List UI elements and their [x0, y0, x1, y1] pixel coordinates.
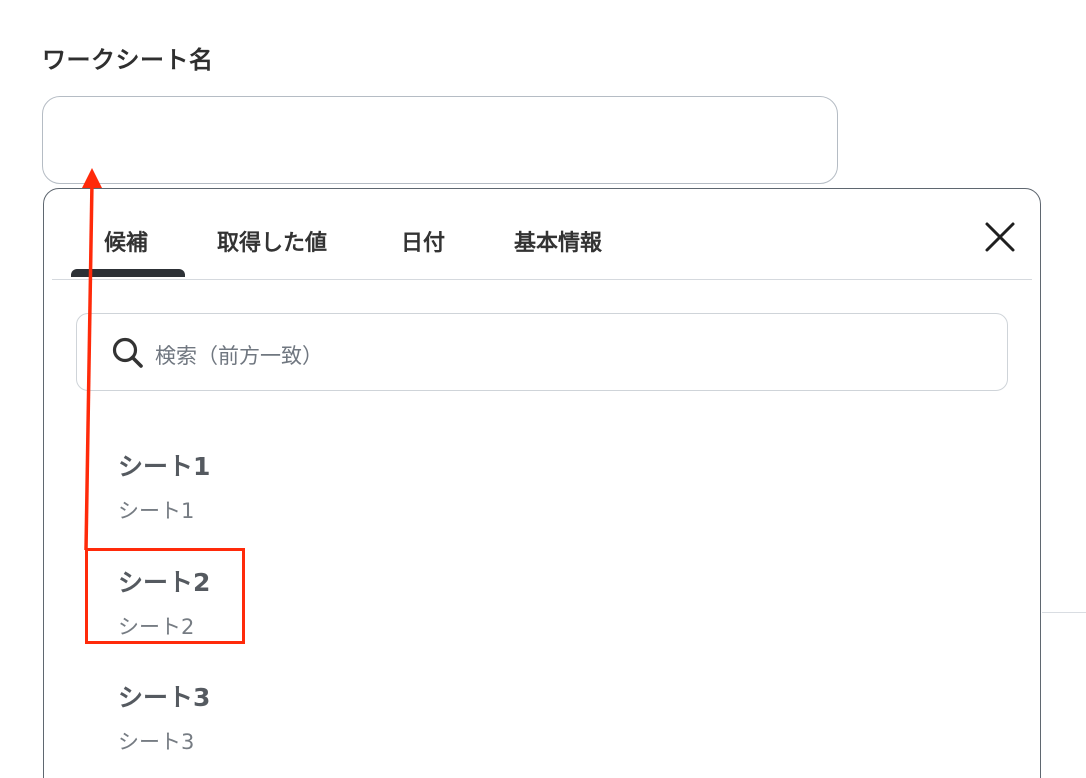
tab-basic-info[interactable]: 基本情報 [514, 225, 602, 257]
page: ワークシート名 候補 取得した値 日付 基本情報 検索（前方一致） シート1 シ… [0, 0, 1086, 778]
tab-candidates[interactable]: 候補 [104, 225, 148, 257]
option-sheet-1[interactable]: シート1 シート1 [118, 447, 978, 543]
background-divider [1042, 612, 1086, 613]
option-subtitle: シート3 [118, 730, 195, 754]
option-title: シート1 [118, 452, 211, 481]
close-icon [985, 222, 1015, 252]
highlight-box [85, 548, 245, 644]
search-icon [112, 337, 143, 368]
search-placeholder: 検索（前方一致） [155, 344, 323, 368]
worksheet-name-label: ワークシート名 [42, 46, 214, 74]
suggestion-dropdown: 候補 取得した値 日付 基本情報 検索（前方一致） シート1 シート1 シート2… [43, 188, 1041, 778]
option-subtitle: シート1 [118, 499, 195, 523]
close-button[interactable] [980, 217, 1020, 257]
option-sheet-3[interactable]: シート3 シート3 [118, 678, 978, 774]
tab-acquired-values[interactable]: 取得した値 [217, 225, 327, 257]
search-input[interactable]: 検索（前方一致） [76, 313, 1008, 391]
tab-date[interactable]: 日付 [401, 225, 445, 257]
option-title: シート3 [118, 683, 211, 712]
tab-bar: 候補 取得した値 日付 基本情報 [52, 189, 1032, 280]
worksheet-name-input[interactable] [42, 96, 838, 184]
annotation-arrow-icon [82, 168, 102, 551]
option-sheet-2[interactable]: シート2 シート2 [118, 563, 978, 659]
